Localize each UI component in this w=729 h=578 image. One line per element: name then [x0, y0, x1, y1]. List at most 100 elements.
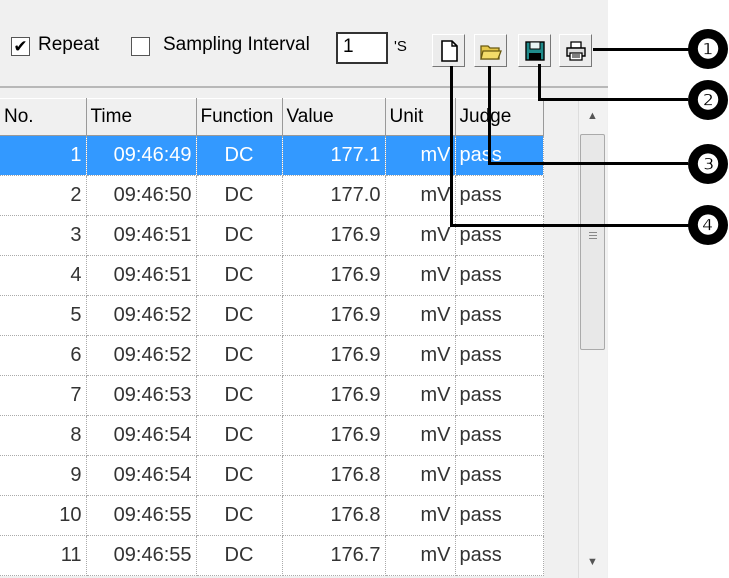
callout-4: ❹ [688, 205, 728, 245]
print-button[interactable] [559, 34, 592, 67]
table-row[interactable]: 10 09:46:55 DC 176.8 mV pass [0, 495, 544, 536]
table-cell-value: 177.0 [282, 175, 386, 216]
table-row[interactable]: 8 09:46:54 DC 176.9 mV pass [0, 415, 544, 456]
repeat-checkbox[interactable]: ✔ [11, 37, 30, 56]
sampling-interval-checkbox[interactable] [131, 37, 150, 56]
scroll-thumb[interactable] [580, 134, 605, 350]
table-cell-unit: mV [385, 495, 456, 536]
table-cell-value: 176.9 [282, 295, 386, 336]
table-cell-unit: mV [385, 335, 456, 376]
table-cell-judge: pass [455, 135, 544, 176]
table-row[interactable]: 3 09:46:51 DC 176.9 mV pass [0, 215, 544, 256]
table-cell-time: 09:46:51 [86, 255, 197, 296]
new-file-icon [441, 40, 458, 62]
table-row[interactable]: 6 09:46:52 DC 176.9 mV pass [0, 335, 544, 376]
table-cell-value: 176.9 [282, 255, 386, 296]
table-row[interactable]: 5 09:46:52 DC 176.9 mV pass [0, 295, 544, 336]
save-button[interactable] [518, 34, 551, 67]
table-cell-value: 176.7 [282, 535, 386, 576]
table-cell-judge: pass [455, 215, 544, 256]
table-row[interactable]: 2 09:46:50 DC 177.0 mV pass [0, 175, 544, 216]
callout-2: ❷ [688, 80, 728, 120]
column-header-time[interactable]: Time [86, 98, 197, 136]
column-header-function[interactable]: Function [196, 98, 283, 136]
table-cell-no: 1 [0, 135, 87, 176]
table-header-row: No. Time Function Value Unit Judge [0, 98, 544, 136]
table-cell-value: 176.9 [282, 335, 386, 376]
table-cell-unit: mV [385, 255, 456, 296]
table-cell-time: 09:46:54 [86, 455, 197, 496]
table-cell-no: 3 [0, 215, 87, 256]
table-cell-judge: pass [455, 255, 544, 296]
table-cell-function: DC [196, 535, 283, 576]
table-cell-judge: pass [455, 495, 544, 536]
table-cell-judge: pass [455, 295, 544, 336]
table-cell-function: DC [196, 135, 283, 176]
table-cell-time: 09:46:52 [86, 335, 197, 376]
table-cell-judge: pass [455, 455, 544, 496]
toolbar: ✔ Repeat Sampling Interval 1 'S [0, 0, 608, 86]
table-row[interactable]: 7 09:46:53 DC 176.9 mV pass [0, 375, 544, 416]
table-cell-judge: pass [455, 415, 544, 456]
table-cell-judge: pass [455, 175, 544, 216]
table-cell-unit: mV [385, 215, 456, 256]
column-header-no[interactable]: No. [0, 98, 87, 136]
table-cell-value: 176.9 [282, 415, 386, 456]
table-cell-value: 177.1 [282, 135, 386, 176]
print-icon [566, 41, 586, 61]
table-cell-unit: mV [385, 375, 456, 416]
table-cell-function: DC [196, 455, 283, 496]
interval-unit: 'S [394, 38, 407, 55]
measurement-panel: ✔ Repeat Sampling Interval 1 'S No. Time… [0, 0, 608, 578]
table-cell-value: 176.9 [282, 215, 386, 256]
table-cell-time: 09:46:53 [86, 375, 197, 416]
table-cell-no: 10 [0, 495, 87, 536]
table-cell-no: 7 [0, 375, 87, 416]
table-cell-function: DC [196, 215, 283, 256]
table-cell-time: 09:46:52 [86, 295, 197, 336]
repeat-label: Repeat [38, 34, 100, 55]
table-cell-judge: pass [455, 335, 544, 376]
table-cell-value: 176.8 [282, 455, 386, 496]
table-cell-function: DC [196, 295, 283, 336]
table-cell-unit: mV [385, 535, 456, 576]
table-cell-function: DC [196, 495, 283, 536]
table-cell-value: 176.9 [282, 375, 386, 416]
column-header-judge[interactable]: Judge [455, 98, 544, 136]
callout-line-4-vertical [450, 66, 453, 226]
table-cell-function: DC [196, 415, 283, 456]
callout-line-3 [488, 162, 688, 165]
table-row[interactable]: 1 09:46:49 DC 177.1 mV pass [0, 135, 544, 176]
toolbar-divider [0, 86, 608, 88]
table-cell-time: 09:46:49 [86, 135, 197, 176]
open-file-button[interactable] [474, 34, 507, 67]
table-row[interactable]: 9 09:46:54 DC 176.8 mV pass [0, 455, 544, 496]
table-cell-function: DC [196, 255, 283, 296]
table-cell-judge: pass [455, 535, 544, 576]
column-header-unit[interactable]: Unit [385, 98, 456, 136]
table-cell-time: 09:46:55 [86, 495, 197, 536]
scroll-down-icon[interactable]: ▼ [587, 556, 598, 568]
column-header-value[interactable]: Value [282, 98, 386, 136]
new-file-button[interactable] [432, 34, 465, 67]
table-cell-no: 11 [0, 535, 87, 576]
table-row[interactable]: 4 09:46:51 DC 176.9 mV pass [0, 255, 544, 296]
table-cell-unit: mV [385, 135, 456, 176]
table-cell-no: 6 [0, 335, 87, 376]
table-cell-value: 176.8 [282, 495, 386, 536]
scroll-up-icon[interactable]: ▲ [587, 110, 598, 122]
measurement-table: No. Time Function Value Unit Judge 1 09:46:49 D… [0, 98, 550, 576]
table-cell-unit: mV [385, 295, 456, 336]
scroll-grip-icon [589, 232, 597, 241]
table-cell-function: DC [196, 375, 283, 416]
table-cell-unit: mV [385, 455, 456, 496]
table-cell-no: 9 [0, 455, 87, 496]
table-cell-time: 09:46:55 [86, 535, 197, 576]
table-cell-no: 5 [0, 295, 87, 336]
open-folder-icon [480, 45, 502, 60]
table-cell-judge: pass [455, 375, 544, 416]
callout-line-3-vertical [488, 66, 491, 164]
table-row[interactable]: 11 09:46:55 DC 176.7 mV pass [0, 535, 544, 576]
table-cell-no: 4 [0, 255, 87, 296]
interval-input[interactable]: 1 [336, 32, 388, 64]
